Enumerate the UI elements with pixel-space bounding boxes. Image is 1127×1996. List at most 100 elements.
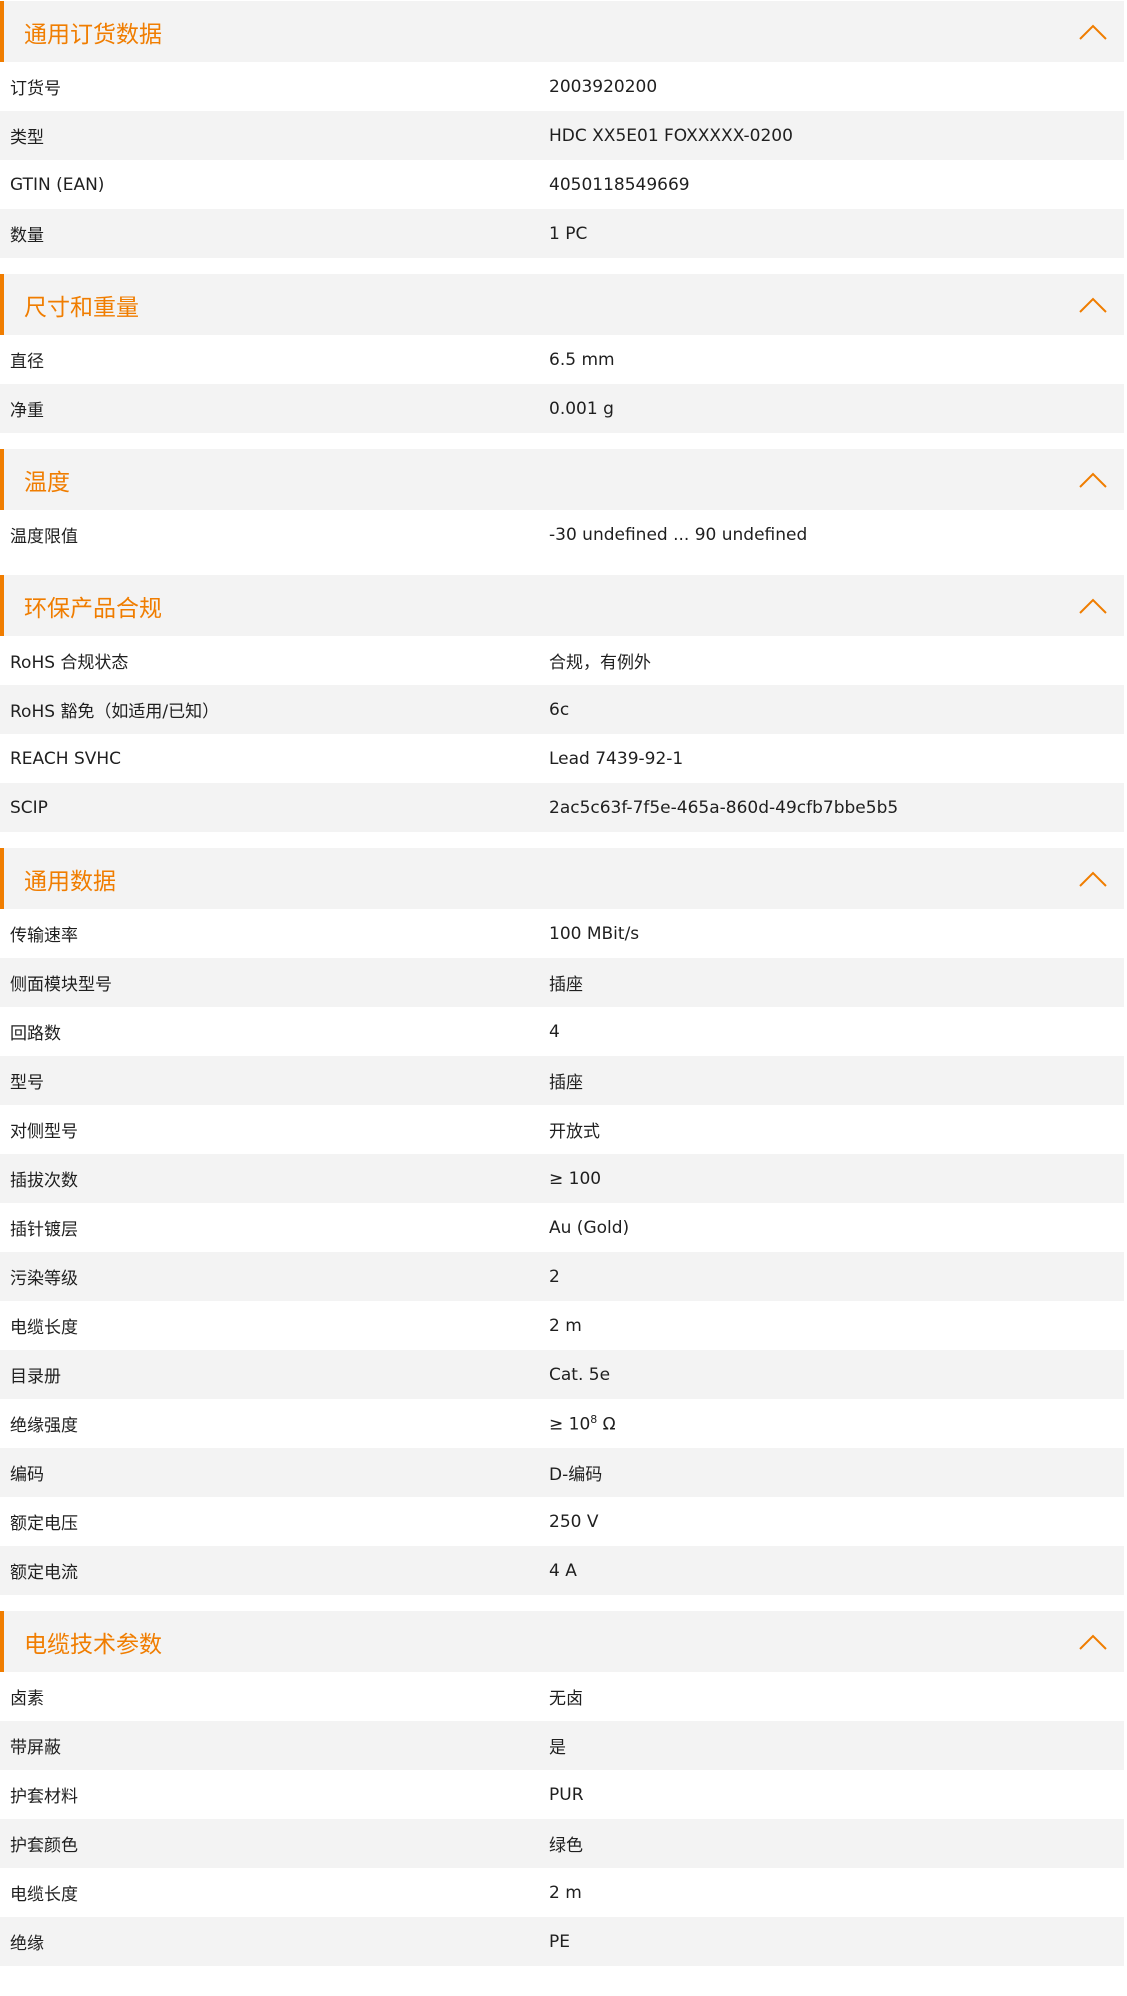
spec-row: 类型 HDC XX5E01 FOXXXXX-0200 (0, 111, 1124, 160)
spec-label: 目录册 (10, 1367, 61, 1387)
spec-value: 合规，有例外 (549, 653, 651, 673)
chevron-up-icon[interactable] (1078, 471, 1108, 489)
spec-label: SCIP (10, 797, 48, 818)
spec-row: 护套材料 PUR (0, 1770, 1124, 1819)
chevron-up-icon[interactable] (1078, 23, 1108, 41)
spec-row: 目录册 Cat. 5e (0, 1350, 1124, 1399)
spec-value: -30 undefined ... 90 undefined (549, 524, 808, 545)
spec-section: 环保产品合规 RoHS 合规状态 合规，有例外 RoHS 豁免（如适用/已知） 6c RE… (0, 575, 1124, 832)
spec-row: 额定电压 250 V (0, 1497, 1124, 1546)
spec-row: 数量 1 PC (0, 209, 1124, 258)
spec-value: Au (Gold) (549, 1217, 630, 1238)
spec-row: 带屏蔽 是 (0, 1721, 1124, 1770)
spec-value: 100 MBit/s (549, 923, 640, 944)
spec-row: 侧面模块型号 插座 (0, 958, 1124, 1007)
section-title: 温度 (24, 469, 70, 496)
spec-label: 对侧型号 (10, 1122, 78, 1142)
spec-row: 绝缘 PE (0, 1917, 1124, 1966)
section-header[interactable]: 通用数据 (0, 848, 1124, 909)
spec-row: 额定电流 4 A (0, 1546, 1124, 1595)
spec-label: 编码 (10, 1465, 44, 1485)
spec-row: 编码 D-编码 (0, 1448, 1124, 1497)
chevron-up-icon[interactable] (1078, 597, 1108, 615)
spec-label: 电缆长度 (10, 1885, 78, 1905)
spec-section: 通用订货数据 订货号 2003920200 类型 HDC XX5E01 FOXXXXX-… (0, 1, 1124, 258)
spec-value: 4 (549, 1021, 560, 1042)
spec-value: 0.001 g (549, 398, 614, 419)
spec-label: RoHS 豁免（如适用/已知） (10, 702, 220, 722)
chevron-up-icon[interactable] (1078, 296, 1108, 314)
spec-label: 插针镀层 (10, 1220, 78, 1240)
spec-label: 绝缘 (10, 1934, 44, 1954)
spec-label: 净重 (10, 401, 44, 421)
spec-value: 无卤 (549, 1689, 583, 1709)
spec-value: 插座 (549, 975, 583, 995)
spec-value: HDC XX5E01 FOXXXXX-0200 (549, 125, 793, 146)
spec-section: 电缆技术参数卤素 无卤带屏蔽 是护套材料 PUR 护套颜色 绿色电缆长度 2 m 绝缘 PE (0, 1611, 1124, 1966)
spec-label: 额定电压 (10, 1514, 78, 1534)
spec-value: 6.5 mm (549, 349, 615, 370)
spec-label: 订货号 (10, 79, 61, 99)
section-header[interactable]: 环保产品合规 (0, 575, 1124, 636)
spec-row: 回路数 4 (0, 1007, 1124, 1056)
spec-value: 插座 (549, 1073, 583, 1093)
section-header[interactable]: 通用订货数据 (0, 1, 1124, 62)
spec-value: 绿色 (549, 1836, 583, 1856)
spec-row: SCIP 2ac5c63f-7f5e-465a-860d-49cfb7bbe5b5 (0, 783, 1124, 832)
chevron-up-icon[interactable] (1078, 1633, 1108, 1651)
spec-label: 卤素 (10, 1689, 44, 1709)
spec-value-unit: Ω (597, 1414, 616, 1435)
spec-row: 净重 0.001 g (0, 384, 1124, 433)
spec-row: 直径 6.5 mm (0, 335, 1124, 384)
spec-value: 250 V (549, 1511, 599, 1532)
spec-row: 型号 插座 (0, 1056, 1124, 1105)
spec-row: 电缆长度 2 m (0, 1301, 1124, 1350)
spec-label: 插拔次数 (10, 1171, 78, 1191)
spec-label: 污染等级 (10, 1269, 78, 1289)
spec-label: 温度限值 (10, 527, 78, 547)
spec-row: RoHS 豁免（如适用/已知） 6c (0, 685, 1124, 734)
spec-section: 温度温度限值 -30 undefined ... 90 undefined (0, 449, 1124, 559)
spec-row: 传输速率 100 MBit/s (0, 909, 1124, 958)
spec-label: 额定电流 (10, 1563, 78, 1583)
spec-label: 绝缘强度 (10, 1416, 78, 1436)
spec-value: Cat. 5e (549, 1364, 611, 1385)
spec-value: 2ac5c63f-7f5e-465a-860d-49cfb7bbe5b5 (549, 797, 899, 818)
spec-label: 数量 (10, 226, 44, 246)
section-header[interactable]: 电缆技术参数 (0, 1611, 1124, 1672)
spec-label: 回路数 (10, 1024, 61, 1044)
spec-row: 插针镀层 Au (Gold) (0, 1203, 1124, 1252)
spec-row: 卤素 无卤 (0, 1672, 1124, 1721)
spec-value: 2 (549, 1266, 560, 1287)
chevron-up-icon[interactable] (1078, 870, 1108, 888)
spec-value: 4 A (549, 1560, 577, 1581)
spec-value: 4050118549669 (549, 174, 690, 195)
spec-row: 对侧型号 开放式 (0, 1105, 1124, 1154)
spec-label: REACH SVHC (10, 748, 122, 769)
spec-label: 护套材料 (10, 1787, 78, 1807)
spec-row: REACH SVHC Lead 7439-92-1 (0, 734, 1124, 783)
spec-row: GTIN (EAN) 4050118549669 (0, 160, 1124, 209)
spec-value: 6c (549, 699, 570, 720)
spec-row: 订货号 2003920200 (0, 62, 1124, 111)
spec-value: Lead 7439-92-1 (549, 748, 684, 769)
spec-value: 2 m (549, 1882, 582, 1903)
spec-value-base: ≥ 10 (549, 1414, 591, 1435)
spec-row: 绝缘强度 ≥ 108 Ω (0, 1399, 1124, 1448)
spec-value: D-编码 (549, 1465, 603, 1485)
spec-row: 温度限值 -30 undefined ... 90 undefined (0, 510, 1124, 559)
section-header[interactable]: 温度 (0, 449, 1124, 510)
spec-label: 电缆长度 (10, 1318, 78, 1338)
spec-value: 1 PC (549, 223, 588, 244)
spec-value: ≥ 108 Ω (549, 1413, 1124, 1435)
spec-row: RoHS 合规状态 合规，有例外 (0, 636, 1124, 685)
spec-label: 护套颜色 (10, 1836, 78, 1856)
spec-row: 电缆长度 2 m (0, 1868, 1124, 1917)
section-title: 通用数据 (24, 868, 116, 895)
spec-section: 通用数据传输速率 100 MBit/s 侧面模块型号 插座回路数 4 型号 插座 对侧型号 开放… (0, 848, 1124, 1595)
spec-row: 污染等级 2 (0, 1252, 1124, 1301)
spec-label: 类型 (10, 128, 44, 148)
section-header[interactable]: 尺寸和重量 (0, 274, 1124, 335)
spec-label: GTIN (EAN) (10, 174, 105, 195)
spec-label: 带屏蔽 (10, 1738, 61, 1758)
